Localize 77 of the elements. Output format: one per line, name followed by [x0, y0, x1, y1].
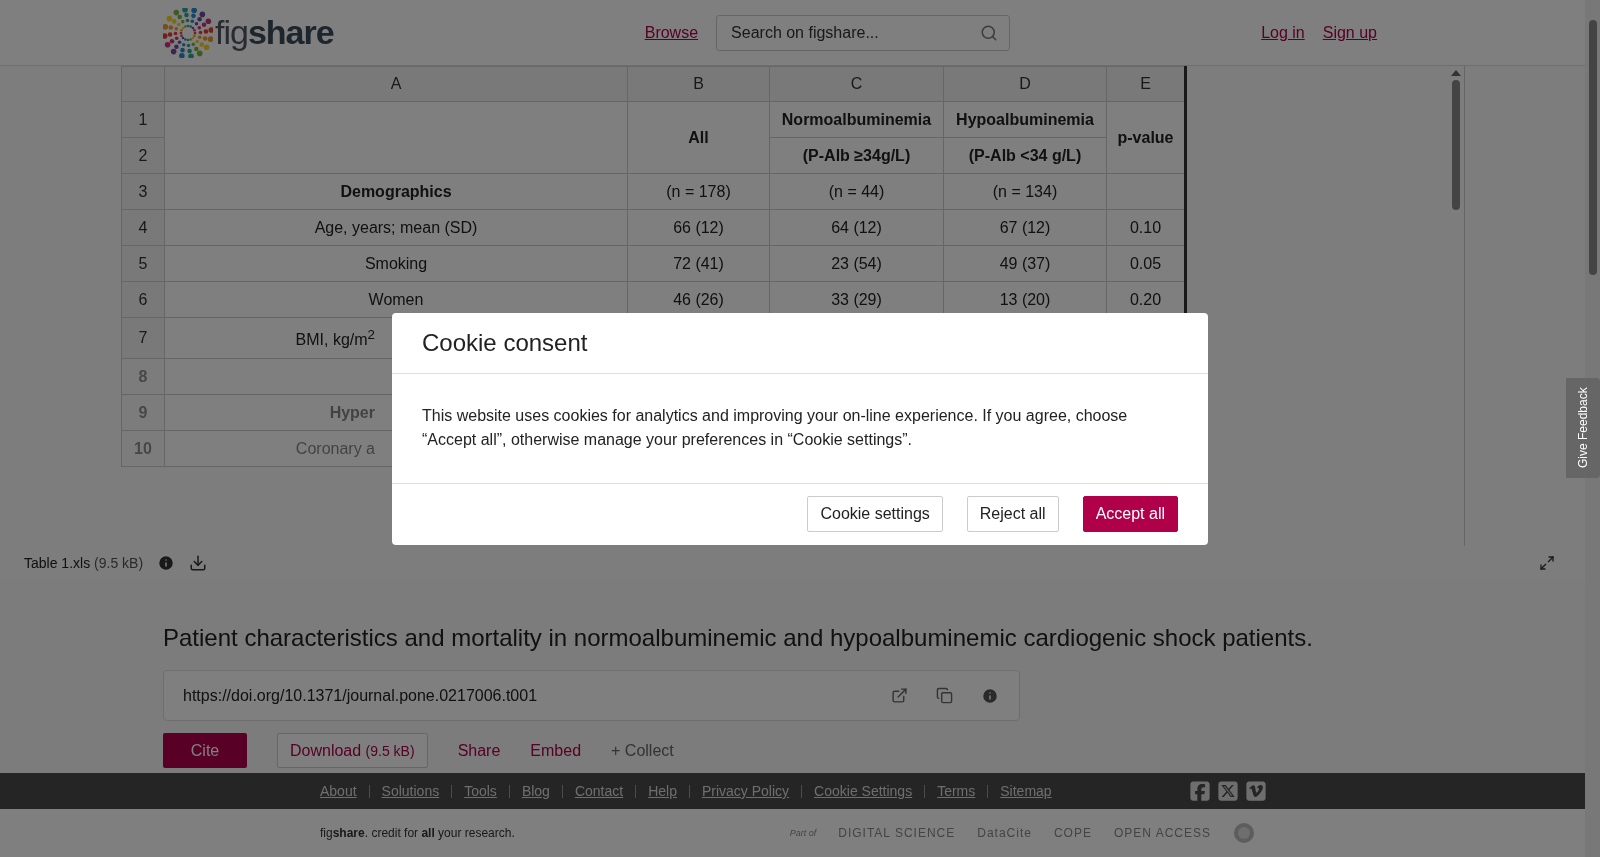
- column-header: E: [1106, 66, 1186, 102]
- copy-icon[interactable]: [936, 687, 953, 704]
- footer-link[interactable]: Help: [648, 783, 677, 799]
- search-field[interactable]: Search on figshare...: [716, 14, 1011, 51]
- page-scrollbar-thumb[interactable]: [1588, 20, 1597, 275]
- x-icon[interactable]: [1217, 780, 1239, 802]
- footer-link[interactable]: Terms: [937, 783, 976, 799]
- footer-link[interactable]: Cookie Settings: [814, 783, 913, 799]
- scroll-up-icon[interactable]: [1451, 70, 1461, 76]
- table-cell: Age, years; mean (SD): [164, 209, 628, 246]
- table-cell: 64 (12): [769, 209, 944, 246]
- table-cell: (n = 134): [943, 173, 1107, 210]
- auth-link[interactable]: Sign up: [1322, 23, 1377, 42]
- action-link[interactable]: Share: [457, 733, 501, 768]
- seal-icon[interactable]: [1233, 822, 1255, 844]
- tagline: figshare. credit for all your research.: [320, 826, 516, 840]
- row-number: 7: [121, 317, 165, 359]
- cite-button[interactable]: Cite: [163, 733, 247, 768]
- table-cell: 72 (41): [627, 245, 770, 282]
- table-cell: (P-Alb ≥34g/L): [769, 137, 944, 174]
- table-cell: Hypoalbuminemia: [943, 101, 1107, 138]
- download-icon[interactable]: [189, 554, 208, 572]
- column-header: A: [164, 66, 628, 102]
- row-number: 5: [121, 245, 165, 282]
- info-icon[interactable]: [981, 686, 999, 705]
- table-cell: (n = 178): [627, 173, 770, 210]
- table-cell: Normoalbuminemia: [769, 101, 944, 138]
- dialog-title: Cookie consent: [392, 312, 1208, 374]
- column-header: D: [943, 66, 1107, 102]
- item-title: Patient characteristics and mortality in normoalbuminemic and hypoalbuminemic cardiogenic shock patients.: [163, 624, 1314, 652]
- dialog-button[interactable]: Reject all: [966, 496, 1059, 532]
- footer-link[interactable]: Tools: [464, 783, 497, 799]
- table-cell: (n = 44): [769, 173, 944, 210]
- browse-link[interactable]: Browse: [644, 23, 699, 42]
- info-icon[interactable]: [157, 554, 176, 572]
- table-cell: 23 (54): [769, 245, 944, 282]
- column-header: B: [627, 66, 770, 102]
- footer-link[interactable]: Contact: [574, 783, 624, 799]
- facebook-icon[interactable]: [1189, 780, 1211, 802]
- dialog-message: This website uses cookies for analytics and improving your on-line experience. If you agree, choose “Accept all”, otherwise manage your preferences in “Cookie settings”.: [392, 373, 1208, 484]
- logo-text[interactable]: figshare: [215, 13, 334, 52]
- dialog-button[interactable]: Cookie settings: [807, 496, 943, 532]
- row-number: 1: [121, 101, 165, 138]
- fullscreen-icon[interactable]: [1539, 555, 1555, 571]
- footer-link[interactable]: Solutions: [381, 783, 440, 799]
- row-number: 2: [121, 137, 165, 174]
- logo-icon: [163, 7, 213, 58]
- table-cell: 66 (12): [627, 209, 770, 246]
- footer-link[interactable]: Sitemap: [1000, 783, 1052, 799]
- action-link[interactable]: Embed: [530, 733, 582, 768]
- row-number: 3: [121, 173, 165, 210]
- partner-logo-text[interactable]: DIGITAL SCIENCE: [838, 826, 956, 840]
- external-link-icon[interactable]: [891, 687, 908, 704]
- search-icon[interactable]: [980, 23, 999, 42]
- action-link[interactable]: + Collect: [611, 733, 674, 768]
- table-cell: 67 (12): [943, 209, 1107, 246]
- row-number: 6: [121, 281, 165, 318]
- partner-logo-text[interactable]: COPE: [1053, 826, 1092, 840]
- doi-link[interactable]: https://doi.org/10.1371/journal.pone.0217006.t001: [183, 686, 863, 705]
- table-cell: All: [627, 101, 770, 174]
- footer-link[interactable]: Blog: [521, 783, 550, 799]
- accept-button[interactable]: Accept all: [1082, 496, 1178, 532]
- file-name: Table 1.xls (9.5 kB): [24, 555, 144, 571]
- auth-link[interactable]: Log in: [1261, 23, 1305, 42]
- partner-logo-text[interactable]: OPEN ACCESS: [1113, 826, 1211, 840]
- feedback-tab[interactable]: Give Feedback: [1566, 378, 1600, 478]
- vimeo-icon[interactable]: [1245, 780, 1267, 802]
- table-cell: Smoking: [164, 245, 628, 282]
- row-number: 4: [121, 209, 165, 246]
- download-button[interactable]: Download (9.5 kB): [277, 733, 428, 768]
- footer-link[interactable]: About: [320, 783, 357, 799]
- table-cell: 49 (37): [943, 245, 1107, 282]
- table-cell: Demographics: [164, 173, 628, 210]
- partner-logo-text[interactable]: DataCite: [977, 826, 1032, 840]
- footer-link[interactable]: Privacy Policy: [701, 783, 790, 799]
- column-header: C: [769, 66, 944, 102]
- scrollbar-thumb[interactable]: [1452, 80, 1460, 210]
